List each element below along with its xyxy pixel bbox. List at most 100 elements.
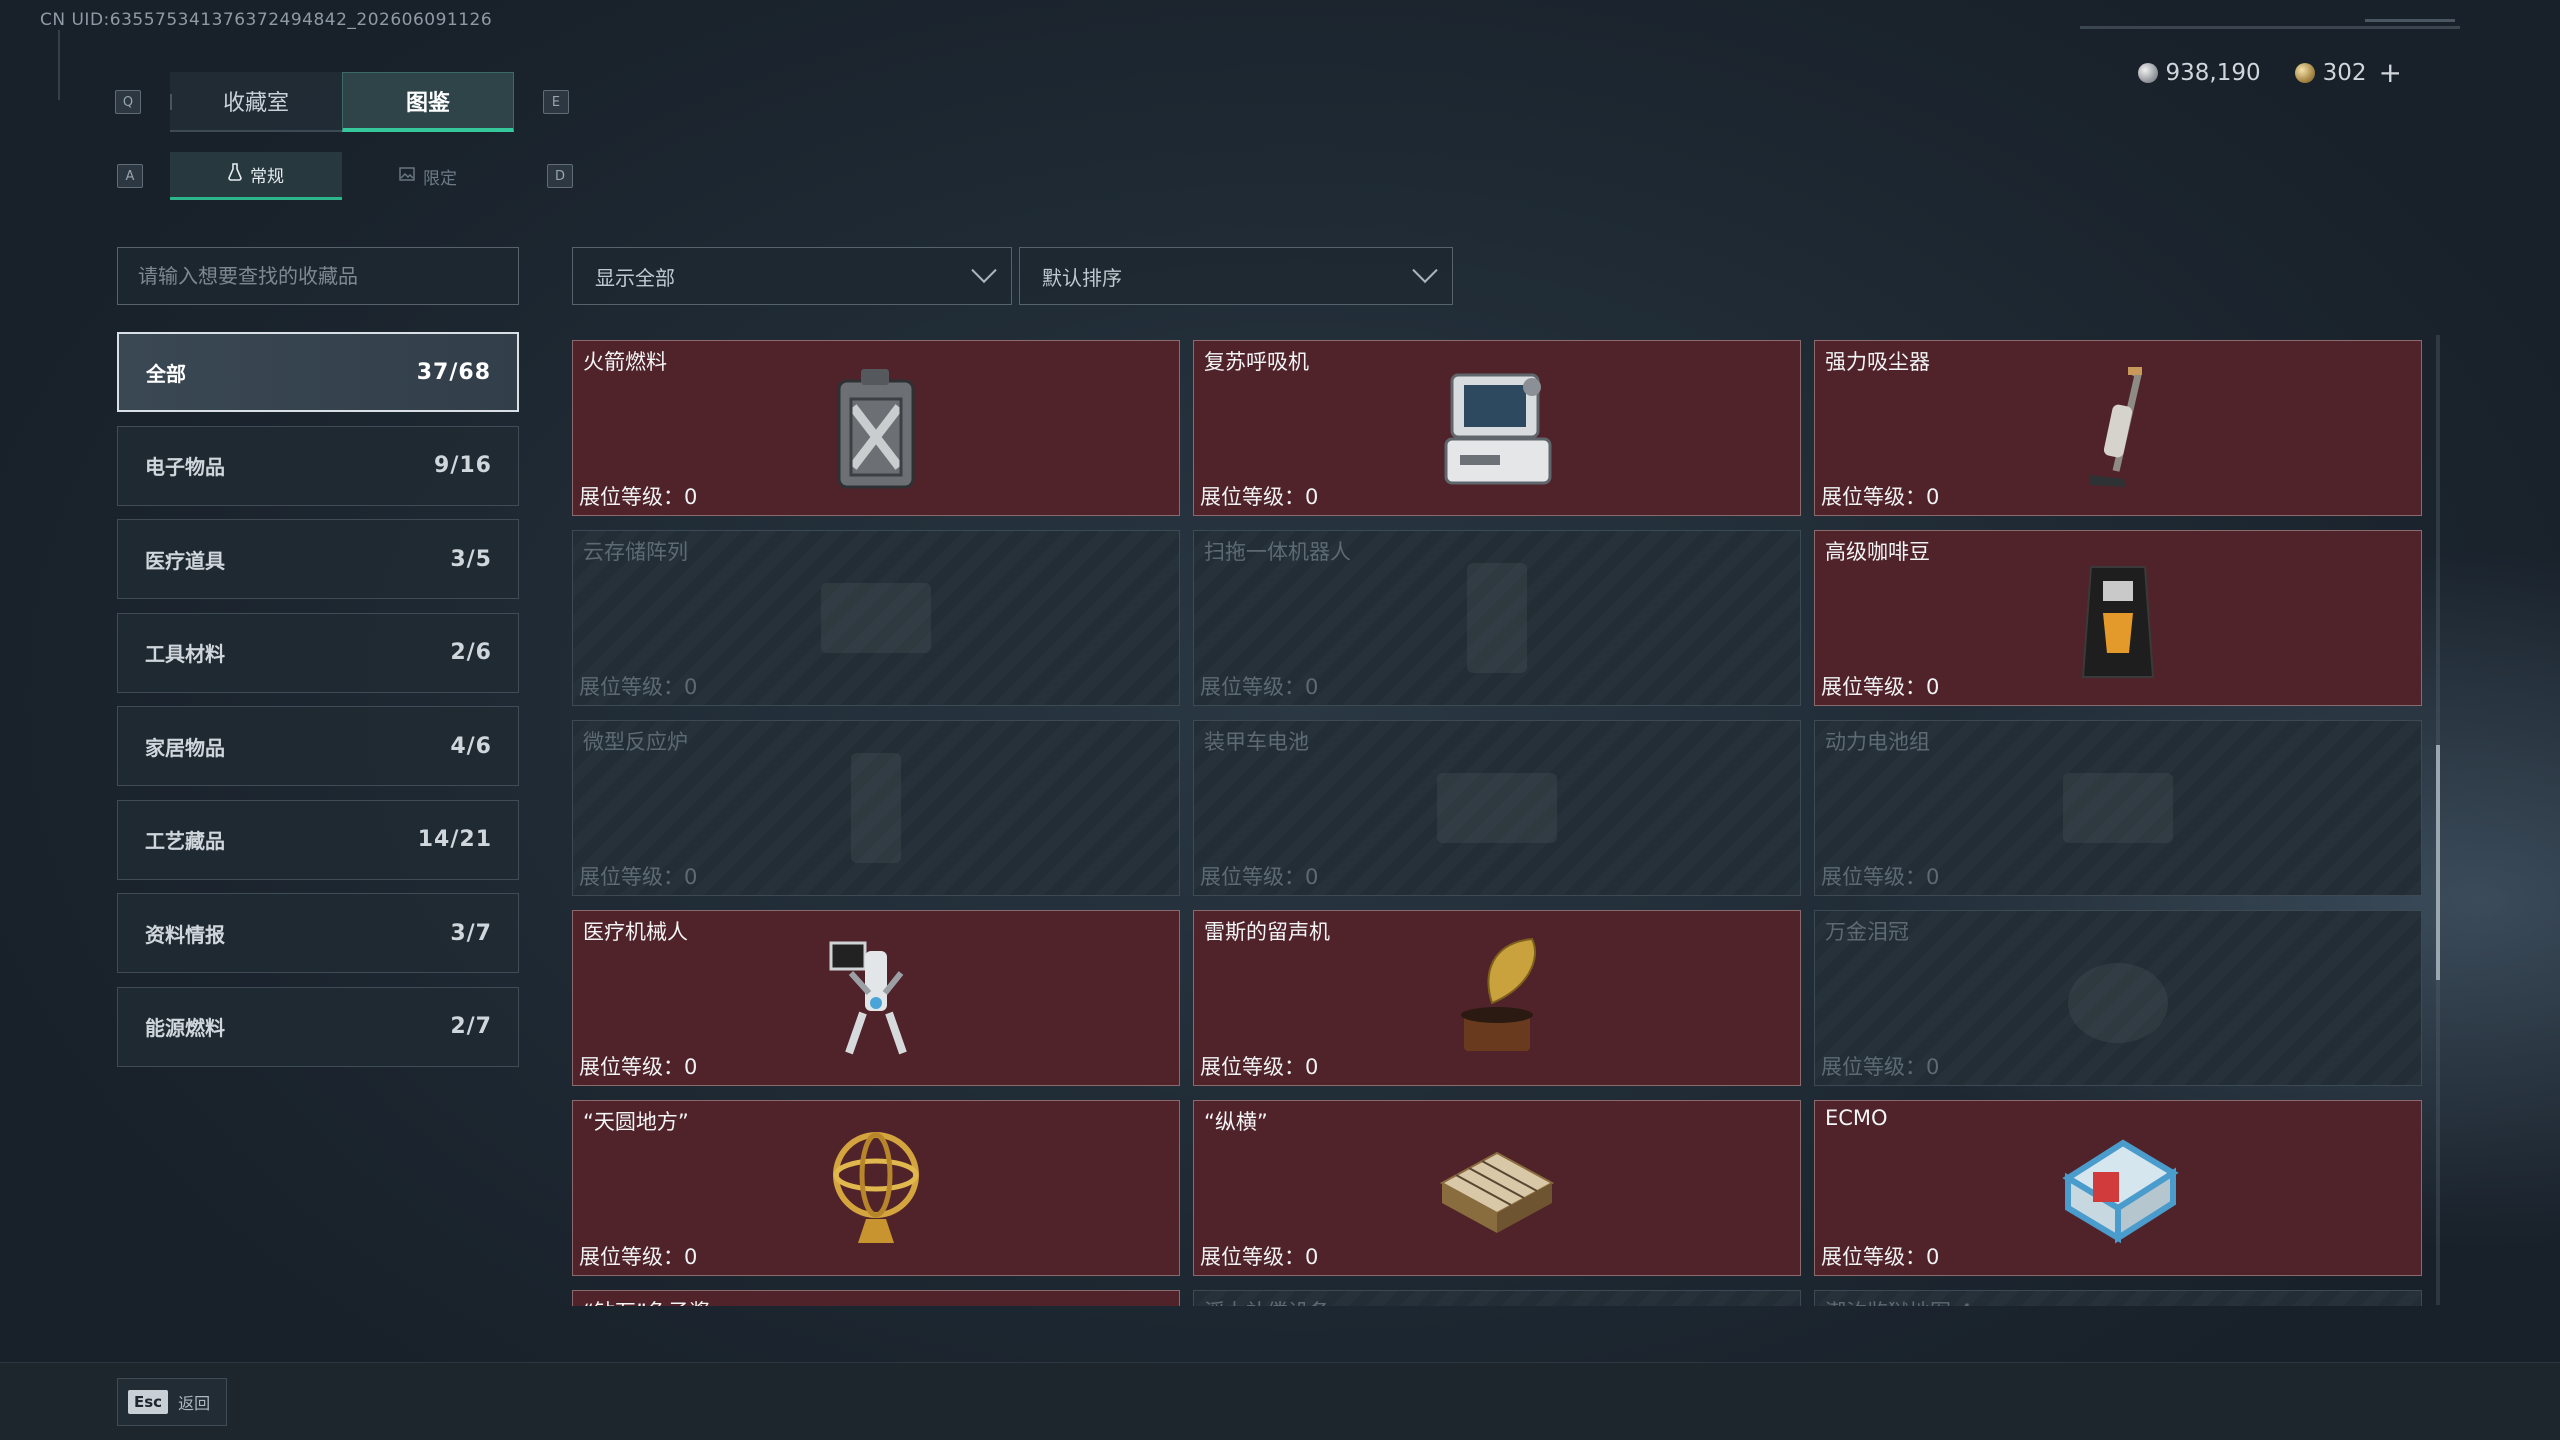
category-count: 2/7: [450, 1014, 492, 1039]
grid-scrollbar[interactable]: [2436, 335, 2440, 1305]
category-item[interactable]: 工艺藏品 14/21: [117, 799, 519, 880]
main-tabs: 收藏室 图鉴: [170, 72, 514, 132]
collectible-card[interactable]: 高级咖啡豆 展位等级：0: [1814, 530, 2422, 706]
category-label: 工具材料: [145, 642, 225, 666]
chessboard-icon: [1427, 1118, 1567, 1258]
collectible-card[interactable]: 浮力补偿设备展位等级：0: [1193, 1290, 1801, 1306]
collectible-name: ECMO: [1825, 1106, 1888, 1130]
tab-regular[interactable]: 常规: [170, 152, 342, 200]
booth-level: 展位等级：0: [579, 671, 697, 701]
category-list: 全部 37/68 电子物品 9/16 医疗道具 3/5 工具材料 2/6 家居物品 4/6 工艺藏品…: [117, 332, 519, 1080]
category-item[interactable]: 全部 37/68: [117, 332, 519, 412]
collectible-name: “纵横”: [1204, 1110, 1268, 1134]
battery-pack-icon: [2048, 738, 2188, 878]
search-input[interactable]: [117, 247, 519, 305]
collectible-name: 强力吸尘器: [1825, 350, 1930, 374]
chevron-down-icon: [971, 257, 997, 284]
category-count: 2/6: [450, 640, 492, 665]
scroll-thumb[interactable]: [2436, 745, 2440, 980]
reactor-icon: [806, 738, 946, 878]
collectible-card[interactable]: 扫拖一体机器人 展位等级：0: [1193, 530, 1801, 706]
collectible-name: “钻石”鱼子酱: [583, 1296, 710, 1306]
battery-icon: [1427, 738, 1567, 878]
silver-coin-icon: [2137, 62, 2158, 83]
category-count: 37/68: [416, 359, 491, 385]
storage-array-icon: [806, 548, 946, 688]
collectible-card[interactable]: 雷斯的留声机 展位等级：0: [1193, 910, 1801, 1086]
collectible-card[interactable]: 医疗机械人 展位等级：0: [572, 910, 1180, 1086]
category-count: 3/7: [450, 920, 492, 946]
booth-level: 展位等级：0: [1200, 861, 1318, 891]
collectible-card[interactable]: 火箭燃料展位等级：0: [572, 340, 1180, 516]
category-item[interactable]: 资料情报 3/7: [117, 893, 519, 973]
category-item[interactable]: 家居物品 4/6: [117, 706, 519, 786]
category-item[interactable]: 医疗道具 3/5: [117, 519, 519, 599]
key-hint-next-tab: E: [543, 90, 569, 114]
collectible-card[interactable]: 万金泪冠 展位等级：0: [1814, 910, 2422, 1086]
booth-level-value: 0: [684, 675, 698, 699]
booth-level-label: 展位等级：: [1200, 1055, 1305, 1079]
add-currency-button[interactable]: +: [2379, 56, 2402, 89]
collectible-card[interactable]: 复苏呼吸机 展位等级：0: [1193, 340, 1801, 516]
collectible-name: 高级咖啡豆: [1825, 540, 1930, 564]
tab-catalog[interactable]: 图鉴: [342, 72, 514, 132]
vacuum-icon: [2048, 358, 2188, 498]
category-item[interactable]: 能源燃料 2/7: [117, 986, 519, 1067]
booth-level-value: 0: [1305, 675, 1319, 699]
collection-grid: 火箭燃料 展位等级：0 复苏呼吸机 展位等级：0 强力吸尘器 展位等级：0 云存储阵列 展位等…: [572, 340, 2426, 1306]
booth-level: 展位等级：0: [1200, 1051, 1318, 1081]
booth-level-label: 展位等级：: [579, 1055, 684, 1079]
filter-dropdown[interactable]: 显示全部: [572, 247, 1012, 305]
booth-level: 展位等级：0: [579, 481, 697, 511]
booth-level-value: 0: [1305, 485, 1319, 509]
booth-level: 展位等级：0: [1200, 481, 1318, 511]
booth-level: 展位等级：0: [1821, 861, 1939, 891]
category-label: 全部: [146, 361, 186, 386]
collectible-card[interactable]: 动力电池组展位等级：0: [1814, 720, 2422, 896]
medical-robot-icon: [806, 928, 946, 1068]
category-label: 电子物品: [145, 455, 225, 479]
booth-level-value: 0: [1926, 1055, 1940, 1079]
booth-level-value: 0: [1305, 1245, 1319, 1269]
image-icon: [399, 166, 415, 186]
collectible-card[interactable]: ECMO 展位等级：0: [1814, 1100, 2422, 1276]
category-label: 资料情报: [145, 922, 225, 947]
collectible-card[interactable]: 潮汐监狱地图-4展位等级：0: [1814, 1290, 2422, 1306]
booth-level: 展位等级：0: [1821, 1241, 1939, 1271]
ventilator-icon: [1427, 358, 1567, 498]
collectible-card[interactable]: “钻石”鱼子酱展位等级：0: [572, 1290, 1180, 1306]
filter-selected: 显示全部: [595, 265, 675, 290]
collectible-card[interactable]: 强力吸尘器 展位等级：0: [1814, 340, 2422, 516]
booth-level-label: 展位等级：: [579, 1245, 684, 1269]
collectible-name: 火箭燃料: [583, 350, 667, 374]
silver-amount: 938,190: [2165, 59, 2261, 86]
tab-limited[interactable]: 限定: [342, 152, 514, 200]
ecmo-icon: [2048, 1118, 2188, 1258]
sort-dropdown[interactable]: 默认排序: [1019, 247, 1453, 305]
gramophone-icon: [1427, 928, 1567, 1068]
booth-level-value: 0: [684, 865, 698, 889]
collectible-name: 微型反应炉: [583, 730, 688, 754]
booth-level: 展位等级：0: [579, 1241, 697, 1271]
booth-level-value: 0: [1305, 1055, 1319, 1079]
collectible-name: 动力电池组: [1825, 730, 1930, 754]
gold-coin-icon: [2294, 62, 2315, 83]
category-item[interactable]: 工具材料 2/6: [117, 612, 519, 693]
tab-limited-label: 限定: [423, 168, 457, 189]
bottom-bar: [0, 1362, 2560, 1440]
collectible-card[interactable]: 云存储阵列 展位等级：0: [572, 530, 1180, 706]
fuel-can-icon: [806, 358, 946, 498]
booth-level-value: 0: [1926, 865, 1940, 889]
tab-collection-room[interactable]: 收藏室: [170, 72, 342, 132]
back-button[interactable]: Esc 返回: [117, 1378, 227, 1426]
collectible-card[interactable]: 微型反应炉 展位等级：0: [572, 720, 1180, 896]
collectible-card[interactable]: “天圆地方” 展位等级：0: [572, 1100, 1180, 1276]
crown-icon: [2048, 928, 2188, 1068]
gold-amount: 302: [2322, 59, 2367, 86]
booth-level: 展位等级：0: [1821, 1051, 1939, 1081]
collectible-card[interactable]: “纵横” 展位等级：0: [1193, 1100, 1801, 1276]
category-item[interactable]: 电子物品 9/16: [117, 425, 519, 506]
booth-level: 展位等级：0: [1200, 1241, 1318, 1271]
booth-level-value: 0: [684, 1055, 698, 1079]
collectible-card[interactable]: 装甲车电池 展位等级：0: [1193, 720, 1801, 896]
